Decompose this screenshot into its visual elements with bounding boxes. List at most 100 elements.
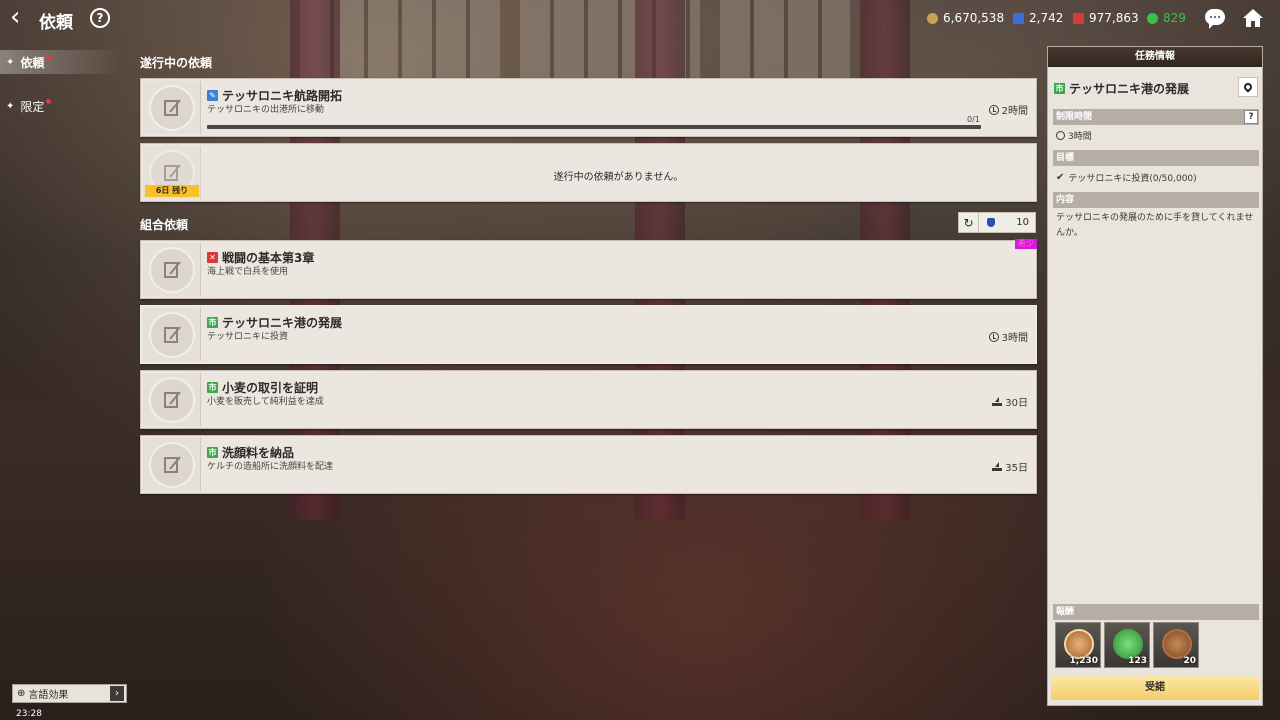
scroll-quill-icon xyxy=(163,163,181,181)
accept-button[interactable]: 受諾 xyxy=(1051,676,1259,700)
top-bar: ‹ 依頼 ? 6,670,538 2,742 977,863 829 xyxy=(0,0,1280,36)
scroll-quill-icon xyxy=(163,325,181,343)
progress-label: 0/1 xyxy=(967,115,980,124)
clock-icon xyxy=(988,104,999,115)
empty-message: 遂行中の依頼がありません。 xyxy=(553,172,684,183)
currency-red: 977,863 xyxy=(1073,10,1139,26)
sidebar-item-label: 依頼 xyxy=(20,55,45,70)
red-gem-icon xyxy=(1073,12,1084,24)
quest-subtitle: ケルチの造船所に洗顔料を配達 xyxy=(207,462,334,472)
language-effect-label: 言語効果 xyxy=(28,690,69,701)
content-description: テッサロニキの発展のために手を貸してくれませんか。 xyxy=(1056,213,1254,238)
quest-time: 3時間 xyxy=(988,329,1028,344)
goal-value: ✔ テッサロニキに投資(0/50,000) xyxy=(1056,171,1197,184)
reward-count: 123 xyxy=(1128,656,1147,666)
green-star-icon xyxy=(1113,629,1143,659)
time-limit-label: 制限時間 xyxy=(1056,112,1093,122)
notification-dot xyxy=(46,54,52,60)
guild-quest-card[interactable]: ✕ 戦闘の基本第3章 海上戦で白兵を使用 希少 xyxy=(140,239,1037,299)
reward-item[interactable]: 123 xyxy=(1104,622,1150,668)
refresh-count: 10 xyxy=(1016,217,1029,228)
empty-slot-card: 6日 残り 遂行中の依頼がありません。 xyxy=(140,143,1037,202)
help-icon[interactable]: ? xyxy=(1244,110,1258,124)
currency-value: 829 xyxy=(1163,11,1186,25)
page-title: 依頼 xyxy=(39,13,73,33)
green-gear-icon xyxy=(1147,12,1158,24)
quest-time: 2時間 xyxy=(988,102,1028,117)
reward-count: 1,230 xyxy=(1069,656,1098,666)
scroll-quill-icon xyxy=(163,455,181,473)
reward-item[interactable]: 1,230 xyxy=(1055,622,1101,668)
quest-thumbnail xyxy=(143,373,201,426)
currency-value: 6,670,538 xyxy=(943,11,1005,25)
goal-label: 目標 xyxy=(1053,150,1259,166)
currency-value: 2,742 xyxy=(1029,11,1064,25)
panel-header: 任務情報 xyxy=(1048,47,1262,67)
guild-quest-card[interactable]: 市 洗顔料を納品 ケルチの造船所に洗顔料を配達 35日 xyxy=(140,435,1037,494)
currency-gold: 6,670,538 xyxy=(927,10,1004,26)
reward-count: 20 xyxy=(1183,656,1196,666)
ship-icon xyxy=(992,462,1003,471)
sidebar-item-limited[interactable]: ✦ 限定 xyxy=(0,94,120,118)
time-limit-text: 3時間 xyxy=(1068,132,1092,142)
system-clock: 23:28 xyxy=(16,709,42,719)
quest-thumbnail xyxy=(143,243,201,296)
help-icon[interactable]: ? xyxy=(90,8,110,28)
reward-label: 報酬 xyxy=(1053,604,1259,620)
globe-icon: ⊕ xyxy=(17,688,26,699)
sidebar-item-request[interactable]: ✦ 依頼 xyxy=(0,50,120,74)
refresh-icon[interactable]: ↻ xyxy=(959,213,979,232)
section-heading-guild: 組合依頼 xyxy=(140,218,189,232)
time-limit-header: 制限時間 ? xyxy=(1053,109,1259,125)
guild-quest-card[interactable]: 市 小麦の取引を証明 小麦を販売して純利益を達成 30日 xyxy=(140,370,1037,429)
blue-shield-icon xyxy=(987,218,995,227)
reward-item[interactable]: 20 xyxy=(1153,622,1199,668)
content-label: 内容 xyxy=(1053,192,1259,208)
trade-icon: 市 xyxy=(207,382,218,393)
blue-gem-icon xyxy=(1013,12,1024,24)
currency-green: 829 xyxy=(1147,10,1186,26)
scroll-quill-icon xyxy=(163,260,181,278)
chevron-right-icon: › xyxy=(110,686,124,701)
location-pin-icon[interactable] xyxy=(1238,77,1258,97)
chat-icon[interactable] xyxy=(1205,9,1225,29)
quest-subtitle: テッサロニキに投資 xyxy=(207,332,289,342)
quest-time-text: 3時間 xyxy=(1001,333,1028,344)
section-heading-in-progress: 遂行中の依頼 xyxy=(140,56,213,70)
quest-info-panel: 任務情報 市 テッサロニキ港の発展 制限時間 ? 3時間 目標 ✔ テッサロニキ… xyxy=(1047,46,1263,706)
quest-time-text: 2時間 xyxy=(1001,106,1028,117)
scroll-quill-icon xyxy=(163,98,181,116)
clock-icon xyxy=(988,331,999,342)
quest-time-text: 35日 xyxy=(1005,463,1028,474)
home-icon[interactable] xyxy=(1242,7,1264,29)
in-progress-card[interactable]: ✎ テッサロニキ航路開拓 テッサロニキの出港所に移動 2時間 0/1 xyxy=(140,78,1037,137)
battle-icon: ✕ xyxy=(207,252,218,263)
quest-subtitle: 海上戦で白兵を使用 xyxy=(207,267,289,277)
currency-blue: 2,742 xyxy=(1013,10,1063,26)
quest-duration: 30日 xyxy=(992,394,1028,409)
back-arrow-icon[interactable]: ‹ xyxy=(10,4,32,30)
language-effect-button[interactable]: ⊕ 言語効果 › xyxy=(12,684,127,703)
scroll-quill-icon xyxy=(163,390,181,408)
quest-thumbnail xyxy=(143,81,201,134)
gold-coin-icon xyxy=(927,12,938,24)
sparkle-icon: ✦ xyxy=(6,56,15,68)
bronze-medal-icon xyxy=(1064,629,1094,659)
ship-icon xyxy=(992,397,1003,406)
trade-icon: 市 xyxy=(207,447,218,458)
quest-thumbnail xyxy=(143,308,201,361)
panel-quest-title-text: テッサロニキ港の発展 xyxy=(1069,81,1190,96)
trade-icon: 市 xyxy=(1054,82,1065,94)
quest-subtitle: テッサロニキの出港所に移動 xyxy=(207,105,325,115)
sparkle-icon: ✦ xyxy=(6,100,15,112)
quest-type-icon: ✎ xyxy=(207,90,218,101)
progress-bar xyxy=(207,125,981,129)
notification-dot xyxy=(46,98,52,104)
goal-text: テッサロニキに投資(0/50,000) xyxy=(1068,174,1197,184)
quest-duration: 35日 xyxy=(992,459,1028,474)
time-limit-value: 3時間 xyxy=(1056,129,1092,142)
days-remaining-badge: 6日 残り xyxy=(145,185,199,197)
guild-quest-card[interactable]: 市 テッサロニキ港の発展 テッサロニキに投資 3時間 xyxy=(140,305,1037,364)
quest-subtitle: 小麦を販売して純利益を達成 xyxy=(207,397,324,407)
rare-badge: 希少 xyxy=(1015,239,1037,249)
